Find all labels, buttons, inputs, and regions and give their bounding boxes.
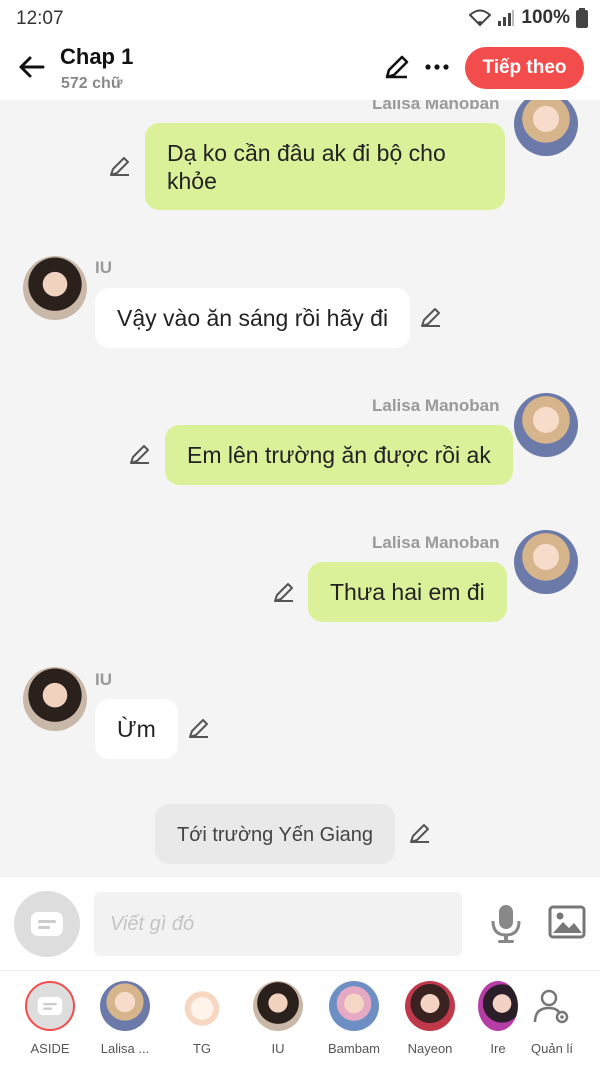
character-bambam[interactable]: Bambam [316, 981, 392, 1056]
aside-icon [25, 981, 75, 1031]
aside-toggle-button[interactable] [14, 891, 80, 957]
chat-area[interactable]: Lalisa Manoban Dạ ko cần đâu ak đi bộ ch… [0, 100, 600, 876]
sender-name: IU [95, 670, 112, 689]
character-label: IU [271, 1041, 285, 1056]
character-selector: ASIDE Lalisa ... TG IU Bambam Nayeon Ire… [0, 970, 600, 1067]
sender-name: Lalisa Manoban [372, 533, 500, 552]
status-time: 12:07 [16, 8, 64, 29]
character-label: Quản lí [531, 1041, 573, 1056]
sender-name: Lalisa Manoban [372, 396, 500, 415]
chapter-title: Chap 1 [60, 44, 134, 69]
status-bar: 12:07 100% [0, 0, 600, 36]
word-count: 572 chữ [61, 75, 123, 92]
sender-name: Lalisa Manoban [372, 100, 500, 113]
microphone-icon [491, 905, 521, 943]
pencil-icon[interactable] [408, 821, 432, 845]
arrow-left-icon [19, 56, 45, 78]
character-label: Ire [490, 1041, 506, 1056]
back-button[interactable] [14, 50, 48, 84]
battery-icon [576, 8, 588, 28]
pencil-icon[interactable] [187, 716, 211, 740]
character-label: TG [192, 1041, 212, 1056]
avatar [478, 981, 518, 1031]
avatar-lalisa[interactable] [514, 530, 578, 594]
edit-chapter-button[interactable] [383, 53, 411, 86]
avatar-lalisa[interactable] [514, 393, 578, 457]
character-iu[interactable]: IU [240, 981, 316, 1056]
aside-bubble[interactable]: Tới trường Yến Giang [155, 804, 396, 864]
pencil-icon[interactable] [108, 154, 132, 178]
message-bubble[interactable]: Vậy vào ăn sáng rồi hãy đi [95, 288, 411, 348]
voice-input-button[interactable] [488, 903, 524, 948]
message-bubble[interactable]: Em lên trường ăn được rồi ak [165, 425, 513, 485]
manage-characters-button[interactable]: Quản lí [514, 981, 590, 1056]
avatar [100, 981, 150, 1031]
message-bubble[interactable]: Dạ ko cần đâu ak đi bộ cho khỏe [145, 123, 505, 210]
image-icon [548, 905, 586, 939]
wifi-icon [469, 9, 492, 27]
message-bubble[interactable]: Thưa hai em đi [308, 562, 507, 622]
avatar [253, 981, 303, 1031]
avatar-iu[interactable] [23, 667, 87, 731]
chat-bubble-icon [31, 912, 63, 936]
pencil-icon[interactable] [419, 305, 443, 329]
avatar [329, 981, 379, 1031]
avatar-iu[interactable] [23, 256, 87, 320]
message-composer [0, 876, 600, 970]
more-options-button[interactable] [424, 53, 450, 86]
character-label: Bambam [327, 1041, 381, 1056]
message-input[interactable] [94, 892, 462, 956]
user-settings-icon [527, 981, 577, 1031]
insert-image-button[interactable] [548, 905, 586, 944]
pencil-icon[interactable] [272, 580, 296, 604]
pencil-icon[interactable] [128, 442, 152, 466]
character-nayeon[interactable]: Nayeon [392, 981, 468, 1056]
signal-icon [498, 10, 515, 26]
more-horizontal-icon [425, 64, 449, 70]
bunny-avatar [177, 981, 227, 1031]
character-lalisa[interactable]: Lalisa ... [87, 981, 163, 1056]
pencil-icon [385, 55, 409, 79]
next-chapter-button[interactable]: Tiếp theo [465, 47, 584, 89]
character-label: ASIDE [30, 1041, 70, 1056]
character-tg[interactable]: TG [164, 981, 240, 1056]
sender-name: IU [95, 258, 112, 277]
character-label: Lalisa ... [100, 1041, 150, 1056]
character-aside[interactable]: ASIDE [12, 981, 88, 1056]
status-icons: 100% [469, 7, 588, 29]
avatar-lalisa[interactable] [514, 100, 578, 156]
avatar [405, 981, 455, 1031]
character-label: Nayeon [407, 1041, 453, 1056]
battery-level: 100% [521, 7, 570, 28]
chapter-header: Chap 1 572 chữ Tiếp theo [0, 36, 600, 100]
message-bubble[interactable]: Ừm [95, 699, 178, 759]
